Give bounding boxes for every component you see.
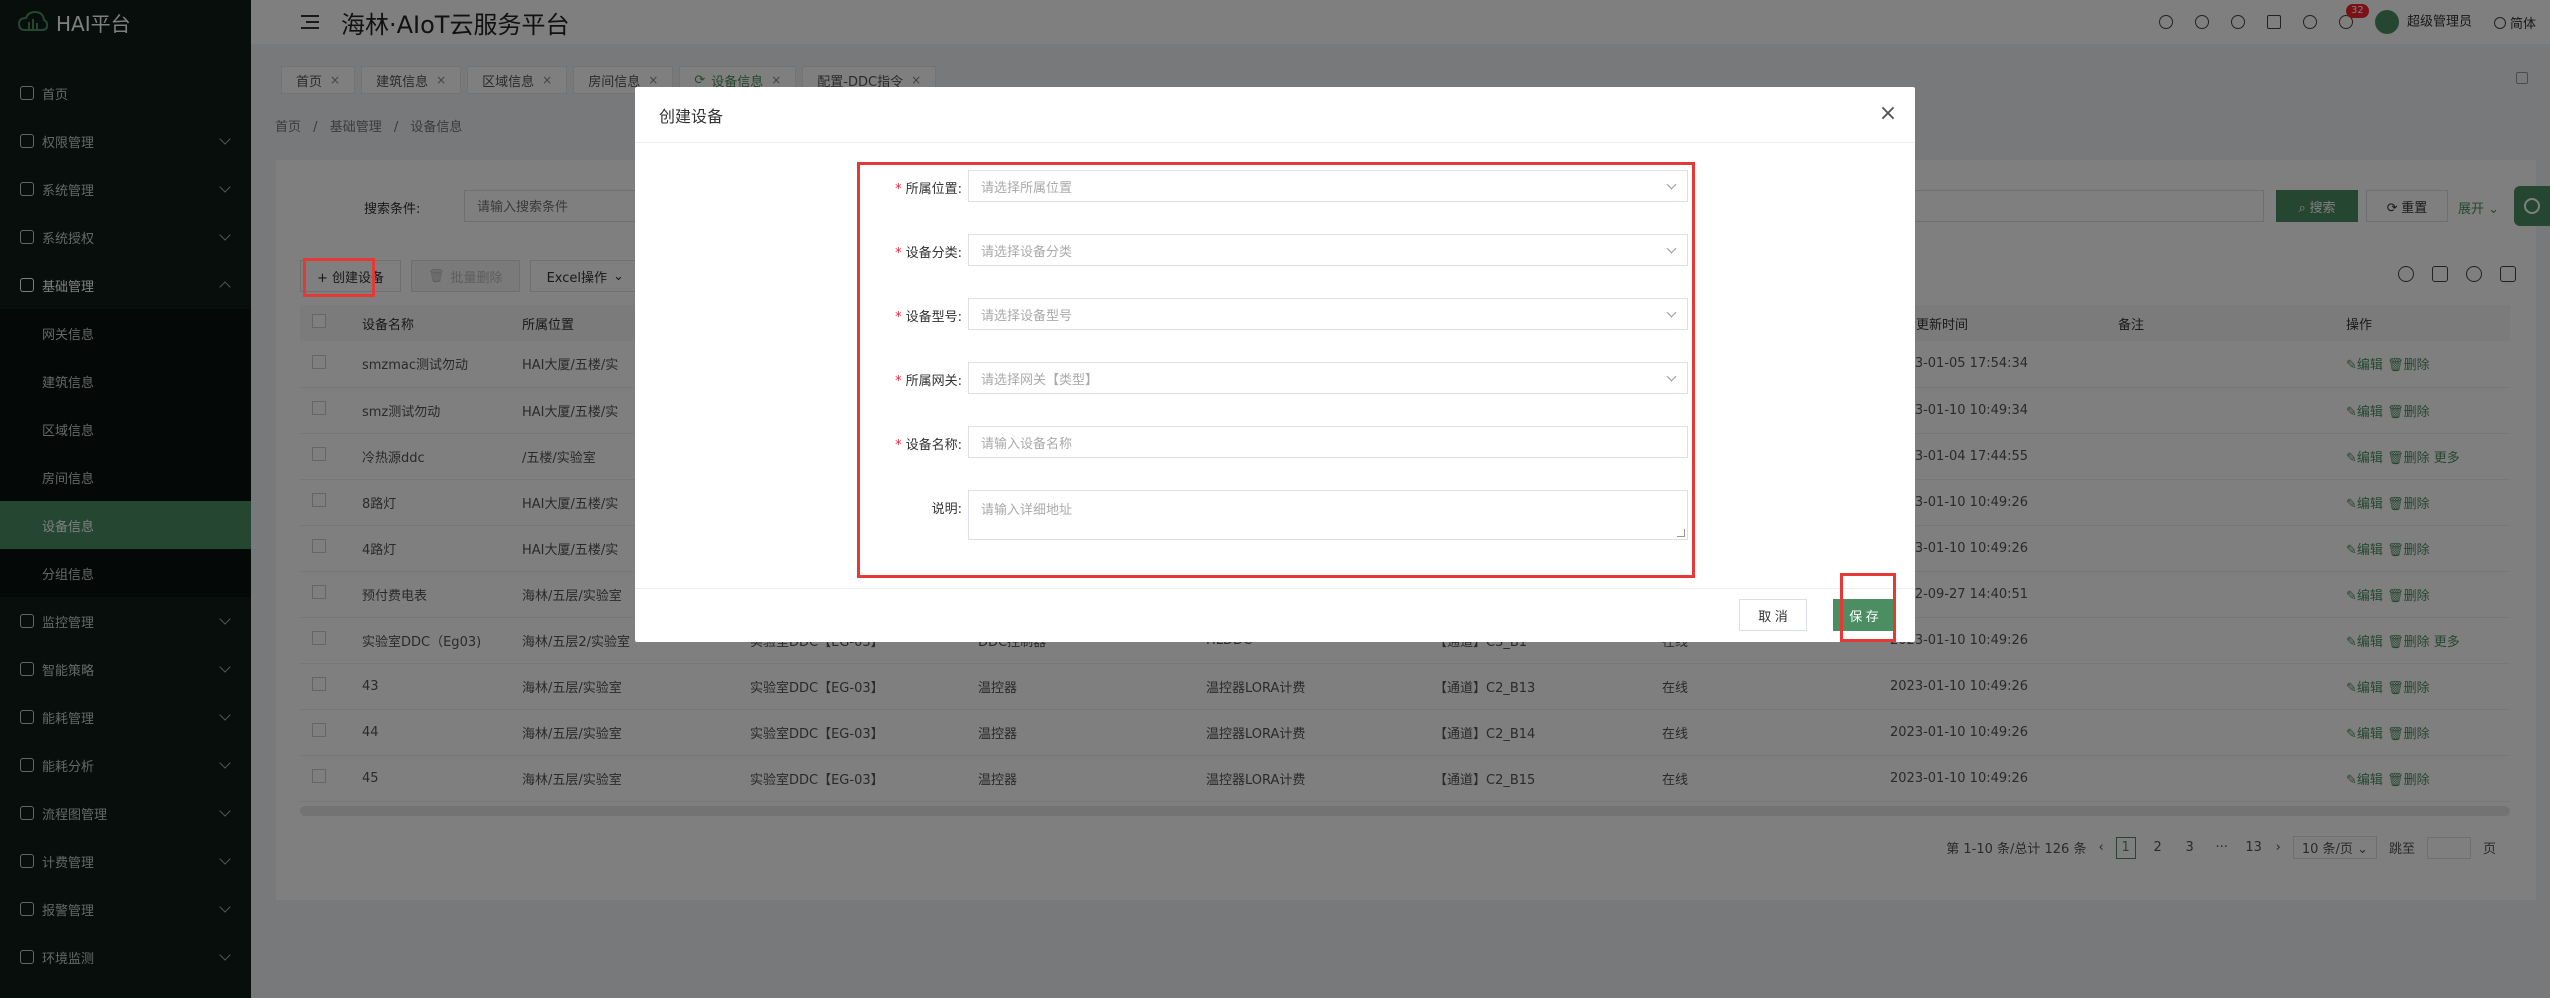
app: HAI平台 首页 权限管理 系统管理 系统授权 基础管理 网关信息 建筑信息 区… xyxy=(0,0,2550,998)
form-row-name: * 设备名称: 请输入设备名称 xyxy=(860,426,1692,458)
chevron-down-icon xyxy=(1666,179,1677,190)
form-label-text: 设备分类: xyxy=(905,246,962,261)
required-mark: * xyxy=(895,374,902,389)
model-placeholder: 请选择设备型号 xyxy=(981,308,1073,324)
form-row-category: * 设备分类: 请选择设备分类 xyxy=(860,234,1692,266)
highlight-save-button xyxy=(1840,573,1896,642)
form-label: * 设备分类: xyxy=(860,242,962,261)
form-label: * 所属位置: xyxy=(860,178,962,197)
required-mark: * xyxy=(895,246,902,261)
chevron-down-icon xyxy=(1666,371,1677,382)
required-mark: * xyxy=(895,182,902,197)
device-name-input[interactable]: 请输入设备名称 xyxy=(968,426,1688,458)
model-select[interactable]: 请选择设备型号 xyxy=(968,298,1688,330)
create-device-form: * 所属位置: 请选择所属位置 * 设备分类: 请选择设备分类 * 设备型号: 请选择… xyxy=(857,162,1695,578)
create-device-dialog: 创建设备 × * 所属位置: 请选择所属位置 * 设备分类: 请选择设备分类 * 设备… xyxy=(635,87,1915,642)
gateway-select[interactable]: 请选择网关【类型】 xyxy=(968,362,1688,394)
dialog-header: 创建设备 xyxy=(635,87,1915,143)
form-label-text: 设备名称: xyxy=(905,438,962,453)
gateway-placeholder: 请选择网关【类型】 xyxy=(981,372,1099,388)
location-select[interactable]: 请选择所属位置 xyxy=(968,170,1688,202)
form-label-text: 所属位置: xyxy=(905,182,962,197)
form-label: * 设备名称: xyxy=(860,434,962,453)
highlight-create-button xyxy=(303,258,375,297)
dialog-footer: 取 消 保 存 xyxy=(635,588,1915,642)
form-label-text: 所属网关: xyxy=(905,374,962,389)
form-row-location: * 所属位置: 请选择所属位置 xyxy=(860,170,1692,202)
form-label: 说明: xyxy=(860,498,962,517)
form-label: * 设备型号: xyxy=(860,306,962,325)
description-placeholder: 请输入详细地址 xyxy=(981,503,1073,518)
form-row-description: 说明: 请输入详细地址 xyxy=(860,490,1692,540)
category-placeholder: 请选择设备分类 xyxy=(981,244,1073,260)
form-label-text: 设备型号: xyxy=(905,310,962,325)
required-mark: * xyxy=(895,310,902,325)
form-row-model: * 设备型号: 请选择设备型号 xyxy=(860,298,1692,330)
close-icon[interactable]: × xyxy=(1877,103,1899,125)
location-placeholder: 请选择所属位置 xyxy=(981,180,1073,196)
description-textarea[interactable]: 请输入详细地址 xyxy=(968,490,1688,540)
cancel-button[interactable]: 取 消 xyxy=(1739,599,1807,631)
category-select[interactable]: 请选择设备分类 xyxy=(968,234,1688,266)
form-label: * 所属网关: xyxy=(860,370,962,389)
required-mark: * xyxy=(895,438,902,453)
form-label-text: 说明: xyxy=(931,502,962,517)
device-name-placeholder: 请输入设备名称 xyxy=(981,436,1073,452)
chevron-down-icon xyxy=(1666,307,1677,318)
resize-handle-icon[interactable] xyxy=(1677,529,1685,537)
form-row-gateway: * 所属网关: 请选择网关【类型】 xyxy=(860,362,1692,394)
chevron-down-icon xyxy=(1666,243,1677,254)
dialog-title: 创建设备 xyxy=(659,106,724,126)
